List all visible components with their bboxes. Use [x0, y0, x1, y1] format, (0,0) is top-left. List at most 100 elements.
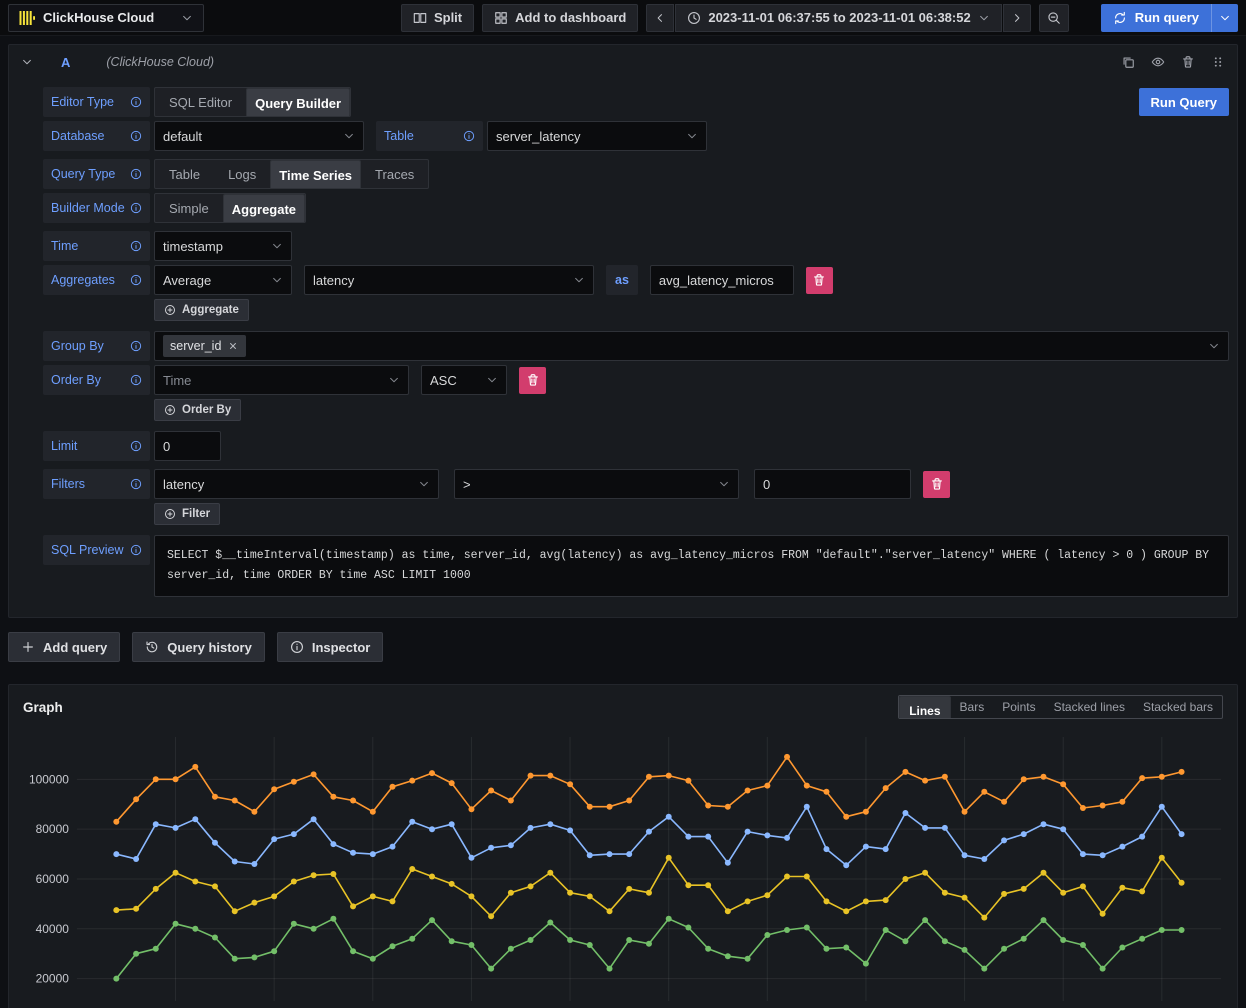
filter-value-input[interactable]	[763, 477, 902, 492]
time-range-text: 2023-11-01 06:37:55 to 2023-11-01 06:38:…	[708, 10, 970, 25]
add-filter-button[interactable]: Filter	[154, 503, 220, 525]
duplicate-query-icon[interactable]	[1121, 55, 1135, 69]
time-range-controls: 2023-11-01 06:37:55 to 2023-11-01 06:38:…	[646, 4, 1030, 32]
database-label: Database	[43, 121, 150, 151]
builder-mode-toggle: SimpleAggregate	[154, 193, 306, 223]
run-query-button[interactable]: Run query	[1101, 4, 1211, 32]
add-query-button[interactable]: Add query	[8, 632, 120, 662]
filter-field-select[interactable]: latency	[154, 469, 439, 499]
option-time-series[interactable]: Time Series	[270, 160, 361, 189]
option-sql-editor[interactable]: SQL Editor	[155, 88, 246, 116]
plus-circle-icon	[164, 304, 176, 316]
chevron-down-icon	[181, 12, 193, 24]
zoom-out-button[interactable]	[1039, 4, 1069, 32]
panel-run-query-label: Run Query	[1151, 95, 1217, 110]
panel-run-query-button[interactable]: Run Query	[1139, 88, 1229, 116]
add-to-dashboard-button[interactable]: Add to dashboard	[482, 4, 638, 32]
split-icon	[413, 11, 427, 25]
option-stacked-lines[interactable]: Stacked lines	[1045, 696, 1134, 718]
aggregate-column-select[interactable]: latency	[304, 265, 594, 295]
aggregate-function-select[interactable]: Average	[154, 265, 292, 295]
graph-mode-toggle: LinesBarsPointsStacked linesStacked bars	[898, 695, 1223, 719]
info-icon	[290, 640, 304, 654]
info-icon	[130, 96, 142, 108]
group-by-multiselect[interactable]: server_id	[154, 331, 1229, 361]
time-back-button[interactable]	[646, 4, 674, 32]
chart-area: 2000040000600008000010000006:38:0006:38:…	[17, 725, 1229, 1008]
dashboard-grid-icon	[494, 11, 508, 25]
chevron-right-icon	[1011, 12, 1023, 24]
collapse-chevron-icon[interactable]	[21, 56, 33, 68]
group-by-label: Group By	[43, 331, 150, 361]
table-label: Table	[376, 121, 483, 151]
remove-tag-icon[interactable]	[227, 340, 239, 352]
order-by-label: Order By	[43, 365, 150, 395]
limit-label: Limit	[43, 431, 150, 461]
option-bars[interactable]: Bars	[951, 696, 994, 718]
chevron-down-icon	[410, 478, 430, 490]
filters-row: Filters latency >	[43, 469, 1229, 499]
order-by-field-select[interactable]: Time	[154, 365, 409, 395]
chevron-left-icon	[654, 12, 666, 24]
remove-order-by-button[interactable]	[519, 367, 546, 394]
graph-title: Graph	[23, 700, 63, 715]
add-filter-container: Filter	[154, 503, 1229, 525]
info-icon	[130, 130, 142, 142]
clickhouse-logo-icon	[19, 10, 35, 26]
order-by-direction-select[interactable]: ASC	[421, 365, 507, 395]
time-forward-button[interactable]	[1003, 4, 1031, 32]
add-aggregate-button[interactable]: Aggregate	[154, 299, 249, 321]
option-logs[interactable]: Logs	[214, 160, 270, 188]
as-chip: as	[606, 265, 638, 295]
time-range-picker[interactable]: 2023-11-01 06:37:55 to 2023-11-01 06:38:…	[675, 4, 1001, 32]
drag-handle-icon[interactable]	[1211, 55, 1225, 69]
alias-field[interactable]	[650, 265, 794, 295]
option-simple[interactable]: Simple	[155, 194, 223, 222]
info-icon	[130, 440, 142, 452]
delete-query-icon[interactable]	[1181, 55, 1195, 69]
database-select[interactable]: default	[154, 121, 364, 151]
time-column-select[interactable]: timestamp	[154, 231, 292, 261]
add-order-by-button[interactable]: Order By	[154, 399, 241, 421]
group-by-tag[interactable]: server_id	[163, 335, 246, 357]
plus-icon	[21, 640, 35, 654]
time-row: Time timestamp	[43, 231, 1229, 261]
chevron-down-icon	[478, 374, 498, 386]
option-stacked-bars[interactable]: Stacked bars	[1134, 696, 1222, 718]
limit-input[interactable]	[163, 439, 212, 454]
option-query-builder[interactable]: Query Builder	[246, 88, 350, 117]
run-query-dropdown[interactable]	[1211, 4, 1238, 32]
svg-text:80000: 80000	[36, 822, 70, 836]
info-icon	[130, 202, 142, 214]
plus-circle-icon	[164, 508, 176, 520]
svg-text:40000: 40000	[36, 922, 70, 936]
svg-text:60000: 60000	[36, 872, 70, 886]
limit-field[interactable]	[154, 431, 221, 461]
filter-value-field[interactable]	[754, 469, 911, 499]
inspector-button[interactable]: Inspector	[277, 632, 384, 662]
clock-icon	[687, 11, 701, 25]
query-type-label: Query Type	[43, 159, 150, 189]
table-select[interactable]: server_latency	[487, 121, 707, 151]
chevron-down-icon	[263, 240, 283, 252]
remove-filter-button[interactable]	[923, 471, 950, 498]
option-table[interactable]: Table	[155, 160, 214, 188]
zoom-out-icon	[1047, 11, 1061, 25]
option-lines[interactable]: Lines	[899, 696, 950, 719]
filter-operator-select[interactable]: >	[454, 469, 739, 499]
option-traces[interactable]: Traces	[361, 160, 428, 188]
chevron-down-icon	[710, 478, 730, 490]
chevron-down-icon	[678, 130, 698, 142]
query-history-button[interactable]: Query history	[132, 632, 265, 662]
add-aggregate-container: Aggregate	[154, 299, 1229, 321]
datasource-picker[interactable]: ClickHouse Cloud	[8, 4, 204, 32]
option-aggregate[interactable]: Aggregate	[223, 194, 305, 223]
trash-icon	[526, 373, 540, 387]
filters-label: Filters	[43, 469, 150, 499]
split-button[interactable]: Split	[401, 4, 474, 32]
alias-input[interactable]	[659, 273, 785, 288]
builder-mode-label: Builder Mode	[43, 193, 150, 223]
toggle-visibility-icon[interactable]	[1151, 55, 1165, 69]
remove-aggregate-button[interactable]	[806, 267, 833, 294]
option-points[interactable]: Points	[993, 696, 1044, 718]
